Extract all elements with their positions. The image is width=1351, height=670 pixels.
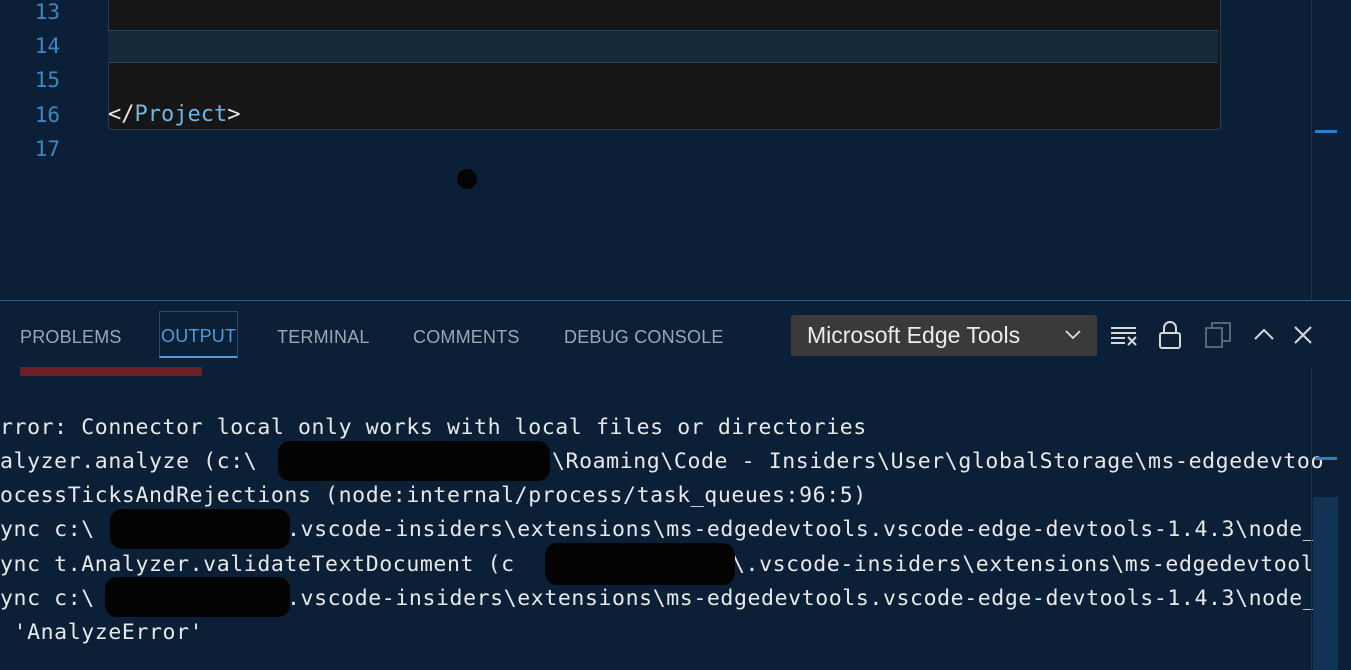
mouse-cursor-dot [457,169,477,189]
code-block-background [108,0,1221,130]
line-number-gutter: 13 14 15 16 17 [0,0,100,300]
chevron-down-icon [1063,325,1083,345]
current-line-highlight [108,30,1218,63]
redaction-mark [278,441,550,481]
panel-scrollbar[interactable] [1311,367,1338,670]
output-log[interactable]: rror: Connector local only works with lo… [0,411,1338,661]
tag-bracket-open: </ [108,102,135,127]
lock-scroll-icon[interactable] [1154,319,1186,351]
code-line-16[interactable]: </Project> [108,98,240,132]
line-number: 13 [34,0,60,24]
bottom-panel: PROBLEMS OUTPUT TERMINAL COMMENTS DEBUG … [0,300,1351,670]
output-line: rror: Connector local only works with lo… [0,415,867,440]
output-line: 'AnalyzeError' [0,620,204,645]
output-line: \Roaming\Code - Insiders\User\globalStor… [552,449,1325,474]
redaction-mark [545,543,735,585]
tab-terminal[interactable]: TERMINAL [277,325,370,349]
tag-bracket-close: > [227,102,241,127]
code-editor[interactable]: 13 14 15 16 17 </Project> [0,0,1351,300]
scroll-position-marker [1315,130,1337,133]
scrollbar-thumb[interactable] [1313,497,1338,670]
tab-problems[interactable]: PROBLEMS [20,325,122,349]
maximize-panel-icon[interactable] [1248,319,1280,351]
tag-name: Project [134,102,228,127]
tab-output[interactable]: OUTPUT [159,311,239,358]
output-line: alyzer.analyze (c:\ [0,449,258,474]
line-number: 14 [34,34,60,58]
output-channel-select[interactable]: Microsoft Edge Tools [791,315,1097,356]
output-line: .vscode-insiders\extensions\ms-edgedevto… [287,517,1317,542]
output-line: .vscode-insiders\extensions\ms-edgedevto… [287,586,1317,611]
copy-icon[interactable] [1202,319,1234,351]
output-line: ync c:\ [0,586,95,611]
editor-scrollbar[interactable] [1311,0,1338,300]
output-channel-value: Microsoft Edge Tools [807,322,1021,348]
error-highlight-bar [20,367,202,376]
panel-tab-bar: PROBLEMS OUTPUT TERMINAL COMMENTS DEBUG … [0,301,760,367]
close-panel-icon[interactable] [1287,319,1319,351]
redaction-mark [110,509,290,549]
tab-comments[interactable]: COMMENTS [413,325,520,349]
line-number: 16 [34,103,60,127]
clear-output-icon[interactable] [1108,319,1140,351]
line-number: 15 [34,68,60,92]
output-line: ync c:\ [0,517,95,542]
tab-debug-console[interactable]: DEBUG CONSOLE [564,325,724,349]
output-line: \.vscode-insiders\extensions\ms-edgedevt… [732,552,1328,577]
redaction-mark [105,577,290,617]
scroll-position-marker [1315,457,1337,460]
line-number: 17 [34,137,60,161]
output-line: ocessTicksAndRejections (node:internal/p… [0,483,867,508]
